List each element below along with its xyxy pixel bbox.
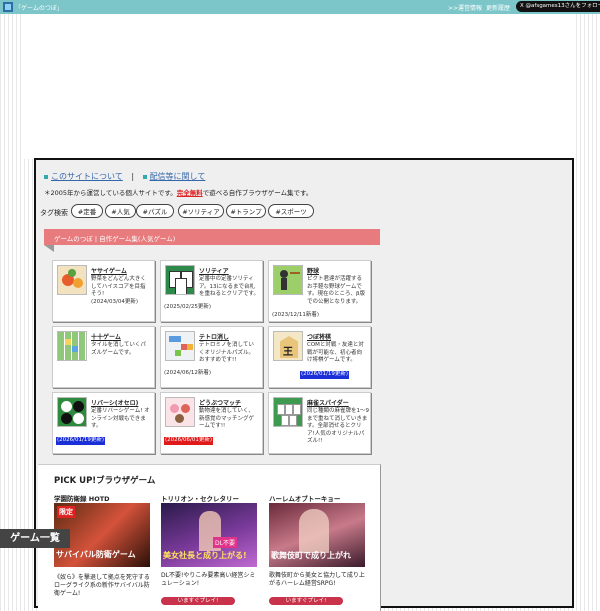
game-desc: タイルを消していくパズルゲームです。 (91, 342, 146, 356)
pickup-section: PICK UP!ブラウザゲーム 学園防衛録 HOTD 限定 サバイバル防衛ゲーム… (38, 464, 381, 611)
game-desc: 同じ種類の麻雀牌を1〜9まで重ねて消していきます。全部消せるとクリア!人気のオリ… (307, 408, 369, 444)
game-card-baseball[interactable]: 野球 ピクト君達が活躍するお手軽な野球ゲームです。現在のところ、β版での公開とな… (268, 260, 371, 322)
pickup-banner-text: 歌舞伎町で成り上がれ (271, 551, 351, 560)
game-desc: テトロミノを消していくオリジナルパズル。おすすめです!! (199, 342, 255, 363)
pickup-badge: DL不要 (213, 537, 237, 548)
game-date: (2023/12/11新着) (272, 312, 319, 318)
game-title[interactable]: つぼ将棋 (307, 332, 331, 341)
game-title[interactable]: リバーシ(オセロ) (91, 398, 138, 407)
game-desc: 定番中の定番ソリティア。13になるまで台札を重ねるとクリアです。 (199, 276, 259, 297)
bullet-icon (44, 174, 48, 179)
game-list-tab[interactable]: ゲーム一覧 (0, 529, 70, 548)
pickup-banner-trillion[interactable]: DL不要 美女社長と成り上がる! (161, 503, 257, 567)
update-history-link[interactable]: 更新履歴 (486, 3, 510, 12)
game-title[interactable]: 麻雀スパイダー (307, 398, 349, 407)
game-desc: ピクト君達が活躍するお手軽な野球ゲームです。現在のところ、β版での公開となります… (307, 276, 365, 305)
about-link[interactable]: このサイトについて (51, 172, 123, 181)
shogi-thumb-icon: 王 (273, 331, 303, 361)
site-intro: ＊2005年から運営している個人サイトです。完全無料で遊べる自作ブラウザゲーム集… (44, 187, 312, 197)
tetro-thumb-icon (165, 331, 195, 361)
site-title[interactable]: 「ゲームのつぼ」 (15, 3, 63, 12)
top-bar: 「ゲームのつぼ」 >>運営情報 更新履歴 X @afsgames13さんをフォロ… (0, 0, 600, 14)
operation-info-link[interactable]: >>運営情報 (448, 3, 482, 12)
solitaire-thumb-icon (165, 265, 195, 295)
intro-prefix: ＊2005年から運営している個人サイトです。 (44, 189, 177, 197)
x-follow-button[interactable]: X @afsgames13さんをフォロー (516, 1, 600, 12)
reversi-thumb-icon (57, 397, 87, 427)
pickup-desc: 歌舞伎町から美女と協力して成り上がるハーレム経営SRPG! (269, 572, 365, 587)
pickup-banner-harem[interactable]: 歌舞伎町で成り上がれ (269, 503, 365, 567)
main-panel: このサイトについて | 配信等に関して ＊2005年から運営している個人サイトで… (34, 158, 574, 611)
game-desc: 野菜をどんどん大きくしてハイスコアを目指そう! (91, 276, 146, 297)
game-title[interactable]: ヤサイゲーム (91, 266, 127, 275)
nav-links: このサイトについて | 配信等に関して (44, 171, 205, 182)
game-card-yasai[interactable]: ヤサイゲーム 野菜をどんどん大きくしてハイスコアを目指そう! (2024/03/… (52, 260, 155, 322)
game-date: (2026/01/19更新) (300, 371, 349, 379)
nav-separator: | (131, 172, 135, 181)
baseball-thumb-icon (273, 265, 303, 295)
tag-search-label: タグ検索 (40, 209, 68, 217)
yasai-thumb-icon (57, 265, 87, 295)
game-title[interactable]: テトロ消し (199, 332, 229, 341)
update-badge: (2026/06/01更新) (164, 437, 213, 445)
bullet-icon (142, 174, 147, 179)
tag-trump[interactable]: #トランプ (226, 204, 266, 218)
game-card-tetro[interactable]: テトロ消し テトロミノを消していくオリジナルパズル。おすすめです!! (2024… (160, 326, 263, 388)
game-date: (2025/02/25更新) (164, 304, 211, 310)
pickup-badge: 限定 (57, 506, 75, 518)
tag-puzzle[interactable]: #パズル (136, 204, 174, 218)
play-now-button[interactable]: いますぐプレイ! (161, 597, 235, 605)
tag-sports[interactable]: #スポーツ (268, 204, 314, 218)
section-title: ゲームのつぼ | 自作ゲーム集(人気ゲーム) (54, 235, 176, 243)
game-date: (2026/06/01更新) (164, 437, 213, 445)
pickup-desc: DL不要!やりこみ要素高い経営シミュレーション! (161, 572, 256, 587)
game-date: (2026/01/19更新) (56, 437, 105, 445)
game-title[interactable]: 野球 (307, 266, 319, 275)
ad-space (22, 14, 575, 159)
pickup-banner-text: サバイバル防衛ゲーム (56, 550, 136, 559)
mahjong-thumb-icon (273, 397, 303, 427)
pickup-name[interactable]: 学園防衛録 HOTD (54, 493, 110, 503)
ribbon-fold (44, 245, 54, 252)
pickup-banner-text: 美女社長と成り上がる! (163, 551, 247, 560)
pickup-heading: PICK UP!ブラウザゲーム (54, 476, 156, 486)
game-card-animal-match[interactable]: どうぶつマッチ 動物達を消していく、新感覚のマッチングゲームです!! (2026… (160, 392, 263, 454)
game-card-solitaire[interactable]: ソリティア 定番中の定番ソリティア。13になるまで台札を重ねるとクリアです。 (… (160, 260, 263, 322)
game-card-juujuu[interactable]: 十十ゲーム タイルを消していくパズルゲームです。 (52, 326, 155, 388)
update-badge: (2026/01/19更新) (56, 437, 105, 445)
pickup-desc: 《奴ら》を撃退して拠点を死守するローグライク系の新作サバイバル防衛ゲーム! (54, 574, 150, 597)
update-badge: (2026/01/19更新) (300, 371, 349, 379)
game-title[interactable]: ソリティア (199, 266, 229, 275)
game-title[interactable]: 十十ゲーム (91, 332, 121, 341)
tag-solitaire[interactable]: #ソリティア (178, 204, 224, 218)
game-desc: COMと対戦・友達と対戦が可能な、初心者向け将棋ゲームです。 (307, 342, 364, 363)
pickup-name[interactable]: トリリオン・セクレタリー (161, 493, 239, 503)
game-card-shogi[interactable]: 王 つぼ将棋 COMと対戦・友達と対戦が可能な、初心者向け将棋ゲームです。 (2… (268, 326, 371, 388)
game-desc: 定番リバーシゲーム! オンライン対戦もできます。 (91, 408, 150, 429)
juujuu-thumb-icon (57, 331, 87, 361)
play-now-button[interactable]: いますぐプレイ! (269, 597, 343, 605)
game-title[interactable]: どうぶつマッチ (199, 398, 241, 407)
pickup-name[interactable]: ハーレムオブトーキョー (269, 493, 340, 503)
intro-suffix: で遊べる自作ブラウザゲーム集です。 (202, 189, 313, 197)
free-link[interactable]: 完全無料 (177, 189, 203, 197)
distribution-link[interactable]: 配信等に関して (150, 172, 206, 181)
section-ribbon: ゲームのつぼ | 自作ゲーム集(人気ゲーム) (44, 229, 380, 245)
game-date: (2024/03/04更新) (91, 299, 138, 305)
animal-match-thumb-icon (165, 397, 195, 427)
game-card-mahjong-spider[interactable]: 麻雀スパイダー 同じ種類の麻雀牌を1〜9まで重ねて消していきます。全部消せるとク… (268, 392, 371, 454)
site-logo-icon[interactable] (3, 2, 13, 12)
game-date: (2024/06/12新着) (164, 370, 211, 376)
tag-standard[interactable]: #定番 (71, 204, 103, 218)
game-card-reversi[interactable]: リバーシ(オセロ) 定番リバーシゲーム! オンライン対戦もできます。 (2026… (52, 392, 155, 454)
game-desc: 動物達を消していく、新感覚のマッチングゲームです!! (199, 408, 255, 429)
tag-popular[interactable]: #人気 (105, 204, 136, 218)
